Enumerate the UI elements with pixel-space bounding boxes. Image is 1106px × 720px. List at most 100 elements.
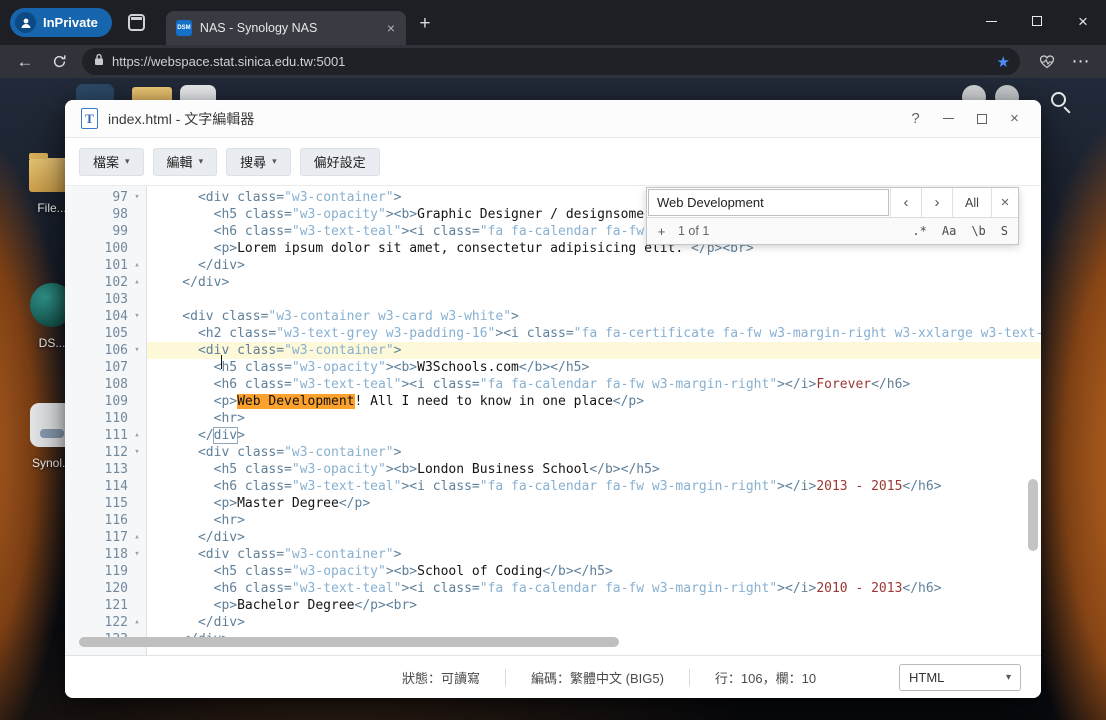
fold-marker-icon[interactable]: ▴ <box>128 257 146 274</box>
chevron-down-icon: ▾ <box>272 156 277 166</box>
line-number: 113 <box>104 462 128 477</box>
line-number: 107 <box>104 360 128 375</box>
code-line-110[interactable]: <hr> <box>147 410 1041 427</box>
help-icon[interactable]: ? <box>905 108 926 129</box>
selection-toggle[interactable]: S <box>998 223 1011 239</box>
whole-word-toggle[interactable]: \b <box>968 223 988 239</box>
fold-marker-icon[interactable]: ▴ <box>128 274 146 291</box>
code-line-118[interactable]: <div class="w3-container"> <box>147 546 1041 563</box>
line-number: 111 <box>104 428 128 443</box>
inprivate-badge: InPrivate <box>10 8 112 37</box>
editor-titlebar[interactable]: T index.html - 文字編輯器 ? × <box>65 100 1041 138</box>
case-sensitive-toggle[interactable]: Aa <box>939 223 959 239</box>
line-number: 120 <box>104 581 128 596</box>
fold-marker-icon[interactable]: ▴ <box>128 427 146 444</box>
code-line-102[interactable]: </div> <box>147 274 1041 291</box>
gutter-row: 106 ▾ <box>65 342 146 359</box>
regex-toggle[interactable]: .* <box>909 223 929 239</box>
gutter-row: 101 ▴ <box>65 257 146 274</box>
code-line-121[interactable]: <p>Bachelor Degree</p><br> <box>147 597 1041 614</box>
code-line-106[interactable]: <div class="w3-container"> <box>147 342 1041 369</box>
gutter-row: 107 <box>65 359 146 376</box>
editor-close-button[interactable]: × <box>1004 108 1025 129</box>
text-editor-app-icon: T <box>81 108 98 129</box>
editor-minimize-button[interactable] <box>938 108 959 129</box>
code-area[interactable]: <div class="w3-container"> <h5 class="w3… <box>147 186 1041 655</box>
menu-preferences[interactable]: 偏好設定 <box>299 147 380 176</box>
find-next-button[interactable]: › <box>921 188 952 217</box>
line-number: 98 <box>112 207 128 222</box>
browser-essentials-icon[interactable] <box>1030 48 1064 76</box>
code-line-116[interactable]: <hr> <box>147 512 1041 529</box>
editor-menubar: 檔案 ▾ 編輯 ▾ 搜尋 ▾ 偏好設定 <box>65 138 1041 185</box>
browser-minimize-button[interactable] <box>968 0 1014 42</box>
code-line-120[interactable]: <h6 class="w3-text-teal"><i class="fa fa… <box>147 580 1041 597</box>
gutter-row: 100 <box>65 240 146 257</box>
line-number: 115 <box>104 496 128 511</box>
fold-marker-icon[interactable]: ▴ <box>128 614 146 631</box>
refresh-button[interactable] <box>42 48 76 76</box>
window-controls: × <box>968 0 1106 42</box>
find-previous-button[interactable]: ‹ <box>890 188 921 217</box>
gutter-row: 109 <box>65 393 146 410</box>
code-line-117[interactable]: </div> <box>147 529 1041 546</box>
code-line-105[interactable]: <h2 class="w3-text-grey w3-padding-16"><… <box>147 325 1041 342</box>
text-editor-window: T index.html - 文字編輯器 ? × 檔案 ▾ 編輯 ▾ 搜尋 ▾ 偏好設… <box>65 100 1041 698</box>
line-number: 106 <box>104 343 128 358</box>
search-icon[interactable] <box>1051 92 1066 107</box>
tab-close-icon[interactable]: × <box>382 19 400 37</box>
browser-close-button[interactable]: × <box>1060 0 1106 42</box>
fold-marker-icon[interactable]: ▾ <box>128 189 146 206</box>
fold-marker-icon[interactable]: ▴ <box>128 529 146 546</box>
find-all-button[interactable]: All <box>952 188 991 217</box>
browser-maximize-button[interactable] <box>1014 0 1060 42</box>
code-line-101[interactable]: </div> <box>147 257 1041 274</box>
gutter-row: 110 <box>65 410 146 427</box>
new-tab-button[interactable]: + <box>410 13 440 35</box>
code-editor: 97 ▾ 98 99 100 101 ▴ 102 ▴ 103 104 ▾ 105 106 ▾ 107 108 10… <box>65 185 1041 655</box>
fold-marker-icon[interactable]: ▾ <box>128 546 146 563</box>
code-line-104[interactable]: <div class="w3-container w3-card w3-whit… <box>147 308 1041 325</box>
code-line-112[interactable]: <div class="w3-container"> <box>147 444 1041 461</box>
code-line-122[interactable]: </div> <box>147 614 1041 631</box>
code-line-115[interactable]: <p>Master Degree</p> <box>147 495 1041 512</box>
code-line-103[interactable] <box>147 291 1041 308</box>
line-number: 119 <box>104 564 128 579</box>
settings-menu-icon[interactable]: ⋯ <box>1064 48 1098 76</box>
code-line-113[interactable]: <h5 class="w3-opacity"><b>London Busines… <box>147 461 1041 478</box>
inprivate-label: InPrivate <box>43 15 98 30</box>
horizontal-scrollbar[interactable] <box>79 637 619 647</box>
language-select[interactable]: HTML ▾ <box>899 663 1021 691</box>
desktop-icon-label: File... <box>37 201 67 215</box>
code-line-119[interactable]: <h5 class="w3-opacity"><b>School of Codi… <box>147 563 1041 580</box>
replace-expand-button[interactable]: + <box>654 224 669 239</box>
url-text[interactable]: https://webspace.stat.sinica.edu.tw:5001 <box>112 54 989 69</box>
code-line-111[interactable]: </div> <box>147 427 1041 444</box>
address-bar[interactable]: https://webspace.stat.sinica.edu.tw:5001… <box>82 48 1020 75</box>
line-number: 110 <box>104 411 128 426</box>
search-close-icon[interactable]: × <box>991 188 1018 217</box>
menu-file[interactable]: 檔案 ▾ <box>79 147 144 176</box>
code-line-107[interactable]: <h5 class="w3-opacity"><b>W3Schools.com<… <box>147 359 1041 376</box>
fold-marker-icon[interactable]: ▾ <box>128 308 146 325</box>
workspaces-icon[interactable] <box>127 14 145 31</box>
back-button[interactable]: ← <box>8 48 42 76</box>
code-line-108[interactable]: <h6 class="w3-text-teal"><i class="fa fa… <box>147 376 1041 393</box>
gutter-row: 121 <box>65 597 146 614</box>
search-input[interactable] <box>648 189 889 216</box>
line-number: 99 <box>112 224 128 239</box>
line-number: 105 <box>104 326 128 341</box>
code-line-109[interactable]: <p>Web Development! All I need to know i… <box>147 393 1041 410</box>
dsm-favicon: DSM <box>175 20 192 36</box>
menu-search[interactable]: 搜尋 ▾ <box>226 147 291 176</box>
menu-edit[interactable]: 編輯 ▾ <box>152 147 218 176</box>
line-number: 108 <box>104 377 128 392</box>
code-line-114[interactable]: <h6 class="w3-text-teal"><i class="fa fa… <box>147 478 1041 495</box>
fold-marker-icon[interactable]: ▾ <box>128 342 146 359</box>
line-number: 122 <box>104 615 128 630</box>
fold-marker-icon[interactable]: ▾ <box>128 444 146 461</box>
editor-maximize-button[interactable] <box>971 108 992 129</box>
browser-tab[interactable]: DSM NAS - Synology NAS × <box>165 11 406 45</box>
vertical-scrollbar[interactable] <box>1028 479 1038 551</box>
favorite-star-icon[interactable]: ★ <box>997 53 1010 71</box>
